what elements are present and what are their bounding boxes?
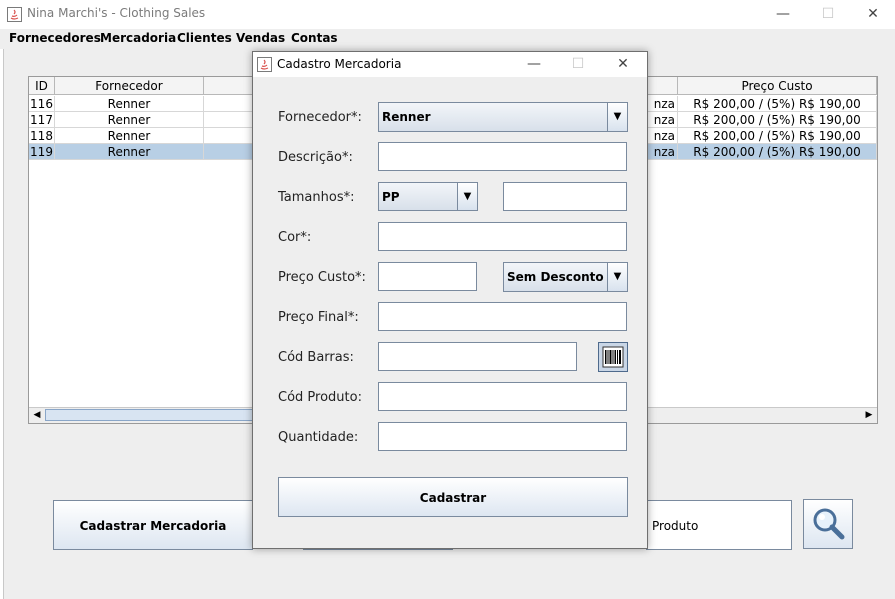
- barcode-button[interactable]: [598, 342, 628, 372]
- scroll-right-arrow-icon[interactable]: ▶: [861, 408, 877, 422]
- label-quantity: Quantidade:: [278, 430, 359, 445]
- size-extra-input[interactable]: [503, 182, 627, 211]
- supplier-selected-value: Renner: [382, 110, 431, 124]
- main-window-title: Nina Marchi's - Clothing Sales: [27, 6, 206, 20]
- dialog-maximize-button[interactable]: ☐: [556, 53, 600, 75]
- cell-id: 118: [29, 128, 55, 144]
- column-header-id[interactable]: ID: [29, 77, 55, 95]
- label-sizes: Tamanhos*:: [278, 190, 355, 205]
- column-header-cost[interactable]: Preço Custo: [678, 77, 877, 95]
- chevron-down-icon[interactable]: ▼: [607, 263, 627, 291]
- main-maximize-button[interactable]: ☐: [806, 3, 850, 25]
- size-combobox[interactable]: PP ▼: [378, 182, 478, 211]
- register-submit-button[interactable]: Cadastrar: [278, 477, 628, 517]
- supplier-combobox[interactable]: Renner ▼: [378, 102, 628, 132]
- dialog-close-button[interactable]: ✕: [601, 53, 645, 75]
- cell-supplier: Renner: [55, 112, 204, 128]
- product-search-field[interactable]: Produto: [646, 500, 792, 550]
- cell-cost: R$ 200,00 / (5%) R$ 190,00: [678, 96, 877, 112]
- quantity-input[interactable]: [378, 422, 627, 451]
- scrollbar-thumb[interactable]: [45, 409, 255, 421]
- cell-id: 116: [29, 96, 55, 112]
- final-price-input[interactable]: [378, 302, 627, 331]
- label-barcode: Cód Barras:: [278, 350, 354, 365]
- scroll-left-arrow-icon[interactable]: ◀: [29, 408, 45, 422]
- cell-id: 119: [29, 144, 55, 160]
- cell-supplier: Renner: [55, 128, 204, 144]
- cell-supplier: Renner: [55, 96, 204, 112]
- magnifier-icon: [813, 508, 845, 540]
- register-merchandise-button[interactable]: Cadastrar Mercadoria: [53, 500, 253, 550]
- cell-cost: R$ 200,00 / (5%) R$ 190,00: [678, 112, 877, 128]
- discount-selected-value: Sem Desconto: [507, 270, 604, 284]
- size-selected-value: PP: [382, 190, 400, 204]
- menu-clientes[interactable]: Clientes: [177, 31, 232, 45]
- color-input[interactable]: [378, 222, 627, 251]
- label-cost-price: Preço Custo*:: [278, 270, 366, 285]
- description-input[interactable]: [378, 142, 627, 171]
- column-header-supplier[interactable]: Fornecedor: [55, 77, 204, 95]
- cell-cost: R$ 200,00 / (5%) R$ 190,00: [678, 144, 877, 160]
- cost-price-input[interactable]: [378, 262, 477, 291]
- label-product-code: Cód Produto:: [278, 390, 362, 405]
- cell-cost: R$ 200,00 / (5%) R$ 190,00: [678, 128, 877, 144]
- java-app-icon: [7, 7, 22, 22]
- product-code-input[interactable]: [378, 382, 627, 411]
- dialog-minimize-button[interactable]: —: [512, 53, 556, 75]
- menu-contas[interactable]: Contas: [291, 31, 338, 45]
- dialog-java-icon: [257, 57, 272, 72]
- menu-mercadoria[interactable]: Mercadoria: [100, 31, 176, 45]
- search-button[interactable]: [803, 499, 853, 549]
- label-final-price: Preço Final*:: [278, 310, 359, 325]
- barcode-input[interactable]: [378, 342, 577, 371]
- menu-vendas[interactable]: Vendas: [236, 31, 285, 45]
- chevron-down-icon[interactable]: ▼: [607, 103, 627, 131]
- label-supplier: Fornecedor*:: [278, 110, 362, 125]
- main-minimize-button[interactable]: —: [761, 3, 805, 25]
- main-close-button[interactable]: ✕: [851, 3, 895, 25]
- barcode-icon: [602, 346, 624, 368]
- label-color: Cor*:: [278, 230, 312, 245]
- discount-combobox[interactable]: Sem Desconto ▼: [503, 262, 628, 292]
- chevron-down-icon[interactable]: ▼: [457, 183, 477, 210]
- label-description: Descrição*:: [278, 150, 353, 165]
- menu-fornecedores[interactable]: Fornecedores: [9, 31, 101, 45]
- cell-supplier: Renner: [55, 144, 204, 160]
- cell-id: 117: [29, 112, 55, 128]
- dialog-title: Cadastro Mercadoria: [277, 57, 402, 71]
